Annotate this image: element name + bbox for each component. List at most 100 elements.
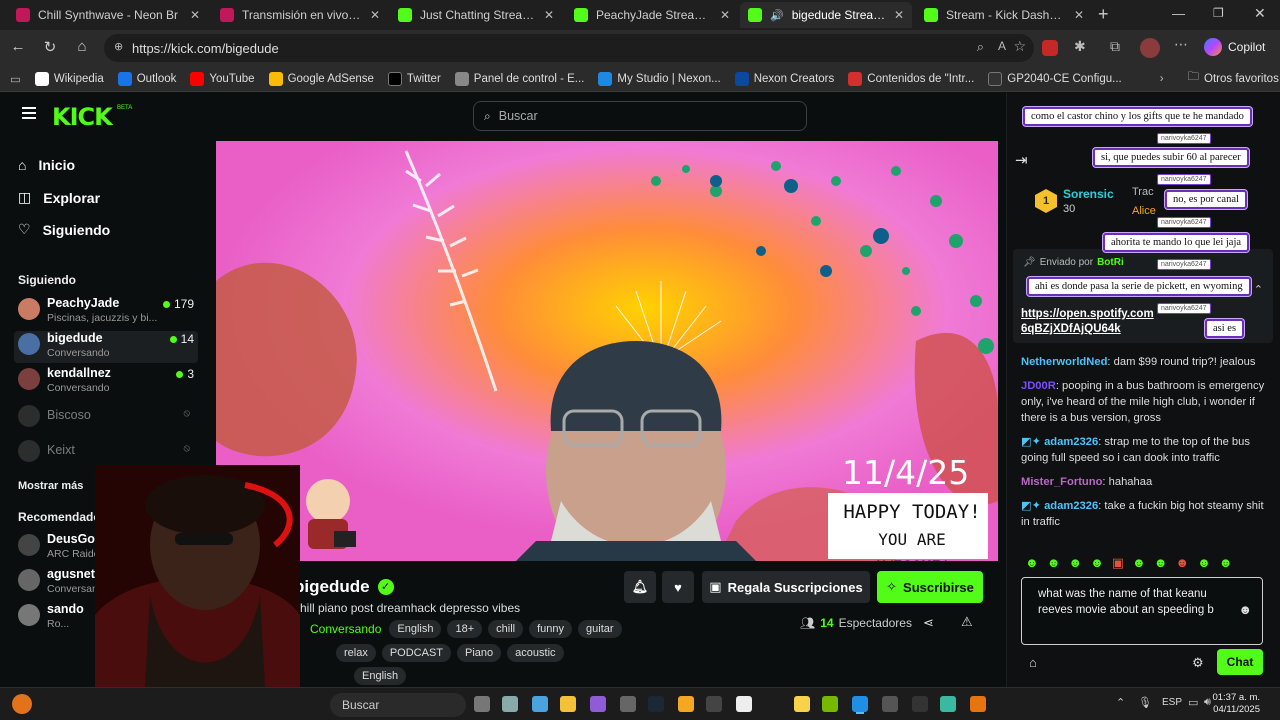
tag[interactable]: 18+	[447, 620, 483, 638]
tag[interactable]: English	[354, 667, 407, 685]
network-icon[interactable]: ▭	[1188, 696, 1198, 709]
app-icon[interactable]	[502, 696, 518, 712]
app-icon[interactable]	[532, 696, 548, 712]
emote-icon[interactable]: ☻	[1219, 555, 1233, 571]
tag[interactable]: relax	[336, 644, 376, 662]
chevron-right-icon[interactable]: ›	[1160, 73, 1164, 85]
emote-icon[interactable]: ☻	[1090, 555, 1104, 571]
sidebar-channel-offline[interactable]: Biscoso ⦸	[18, 403, 198, 435]
emote-icon[interactable]: ▣	[1112, 555, 1124, 571]
close-window-button[interactable]: ✕	[1254, 5, 1266, 22]
emote-icon[interactable]: ☻	[1197, 555, 1211, 571]
follow-heart-button[interactable]: ♥	[662, 571, 694, 603]
url-bar[interactable]: ⊕ https://kick.com/bigedude ⌕ A ☆	[104, 34, 1034, 62]
task-view-icon[interactable]	[474, 696, 490, 712]
nav-home[interactable]: ⌂ Inicio	[18, 157, 75, 173]
sidebar-channel[interactable]: PeachyJade Piscinas, jacuzzis y bi... 17…	[18, 296, 198, 328]
copilot-button[interactable]: Copilot	[1204, 38, 1265, 56]
browser-tab-active[interactable]: 🔊 bigedude Stream - W ✕	[740, 2, 912, 28]
chat-username[interactable]: adam2326	[1044, 436, 1098, 448]
bookmark-outlook[interactable]: Outlook	[117, 71, 176, 86]
emote-icon[interactable]: ☻	[1047, 555, 1061, 571]
close-tab-icon[interactable]: ✕	[1074, 8, 1084, 22]
kick-logo[interactable]: KICK	[52, 103, 113, 131]
tray-chevron-icon[interactable]: ⌃	[1116, 696, 1125, 709]
tag[interactable]: English	[389, 620, 442, 638]
favorite-star-icon[interactable]: ☆	[1013, 38, 1026, 55]
app-icon[interactable]	[912, 696, 928, 712]
notes-icon[interactable]	[794, 696, 810, 712]
bookmark-youtube[interactable]: YouTube	[190, 71, 255, 86]
new-tab-button[interactable]: +	[1098, 4, 1109, 25]
close-tab-icon[interactable]: ✕	[720, 8, 730, 22]
home-button[interactable]: ⌂	[66, 38, 98, 55]
speaker-icon[interactable]: 🔊	[770, 9, 784, 22]
chevron-up-icon[interactable]: ⌃	[1254, 283, 1263, 296]
nav-explore[interactable]: ◫ Explorar	[18, 189, 100, 206]
edge-browser-icon[interactable]	[852, 696, 868, 712]
tag[interactable]: chill	[488, 620, 524, 638]
bookmark-contenidos[interactable]: Contenidos de "Intr...	[848, 71, 974, 86]
chat-username[interactable]: adam2326	[1044, 500, 1098, 512]
sidebar-channel-active[interactable]: bigedude Conversando 14	[14, 331, 198, 363]
tag[interactable]: funny	[529, 620, 573, 638]
app-icon[interactable]	[940, 696, 956, 712]
file-explorer-icon[interactable]	[560, 696, 576, 712]
weather-widget-icon[interactable]	[12, 694, 32, 714]
collapse-chat-icon[interactable]: ⇥	[1015, 151, 1028, 169]
app-icon[interactable]	[706, 696, 722, 712]
emote-icon[interactable]: ☻	[1025, 555, 1039, 571]
report-icon[interactable]: ⚠	[961, 614, 973, 630]
taskbar-search[interactable]: Buscar	[330, 693, 466, 717]
reading-list-icon[interactable]: ▭	[10, 72, 21, 86]
profile-avatar[interactable]	[1140, 38, 1160, 58]
bookmark-gp2040[interactable]: GP2040-CE Configu...	[988, 71, 1122, 86]
site-info-icon[interactable]: ⊕	[114, 40, 123, 53]
channel-title[interactable]: bigedude	[294, 577, 370, 597]
chat-settings-gear-icon[interactable]: ⚙	[1192, 655, 1204, 671]
nvidia-icon[interactable]	[822, 696, 838, 712]
top-gifter-name[interactable]: Sorensic	[1063, 187, 1114, 201]
tag[interactable]: guitar	[578, 620, 622, 638]
tag[interactable]: PODCAST	[381, 644, 452, 662]
back-button[interactable]: ←	[2, 38, 34, 55]
video-player[interactable]: 11/4/25 HAPPY TODAY! YOU ARE AWESOME!	[216, 141, 998, 561]
chat-input[interactable]: what was the name of that keanu reeves m…	[1021, 577, 1263, 645]
app-icon[interactable]	[620, 696, 636, 712]
microphone-icon[interactable]: 🎙︎	[1138, 696, 1152, 709]
bookmark-nexon-studio[interactable]: My Studio | Nexon...	[598, 71, 721, 86]
close-tab-icon[interactable]: ✕	[894, 8, 904, 22]
collections-icon[interactable]: ⧉	[1110, 38, 1120, 55]
close-tab-icon[interactable]: ✕	[544, 8, 554, 22]
notification-bell-button[interactable]: 🔔︎	[624, 571, 656, 603]
tag[interactable]: acoustic	[507, 644, 564, 662]
close-tab-icon[interactable]: ✕	[190, 8, 200, 22]
read-aloud-icon[interactable]: A	[998, 39, 1006, 53]
steam-icon[interactable]	[648, 696, 664, 712]
restore-button[interactable]: ❐	[1213, 6, 1224, 20]
bookmark-adsense[interactable]: Google AdSense	[268, 71, 374, 86]
emote-icon[interactable]: ☻	[1068, 555, 1082, 571]
zoom-icon[interactable]: ⌕	[977, 39, 984, 55]
app-icon[interactable]	[678, 696, 694, 712]
chat-username[interactable]: NetherworldNed	[1021, 356, 1107, 368]
browser-tab[interactable]: Stream - Kick Dashboard ✕	[916, 2, 1092, 28]
minimize-button[interactable]: —	[1172, 6, 1185, 21]
emote-icon[interactable]: ☻	[1154, 555, 1168, 571]
store-icon[interactable]: ⌂	[1029, 655, 1037, 670]
browser-tab[interactable]: Chill Synthwave - Neon Br ✕	[8, 2, 208, 28]
emoji-picker-icon[interactable]: ☻	[1238, 602, 1252, 617]
pinned-link[interactable]: https://open.spotify.com 6qBZjXDfAjQU64k	[1021, 307, 1171, 337]
share-icon[interactable]: ⋖	[923, 615, 934, 631]
language-indicator[interactable]: ESP	[1162, 697, 1182, 708]
extensions-icon[interactable]: ✱	[1074, 38, 1086, 55]
app-icon[interactable]	[882, 696, 898, 712]
bookmark-twitter[interactable]: Twitter	[387, 71, 441, 86]
browser-tab[interactable]: Just Chatting Streaming - ✕	[390, 2, 562, 28]
other-favorites[interactable]: 🗀 Otros favoritos	[1188, 69, 1279, 88]
more-menu-icon[interactable]: ⋯	[1174, 36, 1188, 53]
wikipedia-app-icon[interactable]	[736, 696, 752, 712]
sidebar-channel[interactable]: kendallnez Conversando 3	[18, 366, 198, 398]
show-more-link[interactable]: Mostrar más	[18, 480, 83, 492]
subscribe-button[interactable]: ✧ Suscribirse	[877, 571, 983, 603]
